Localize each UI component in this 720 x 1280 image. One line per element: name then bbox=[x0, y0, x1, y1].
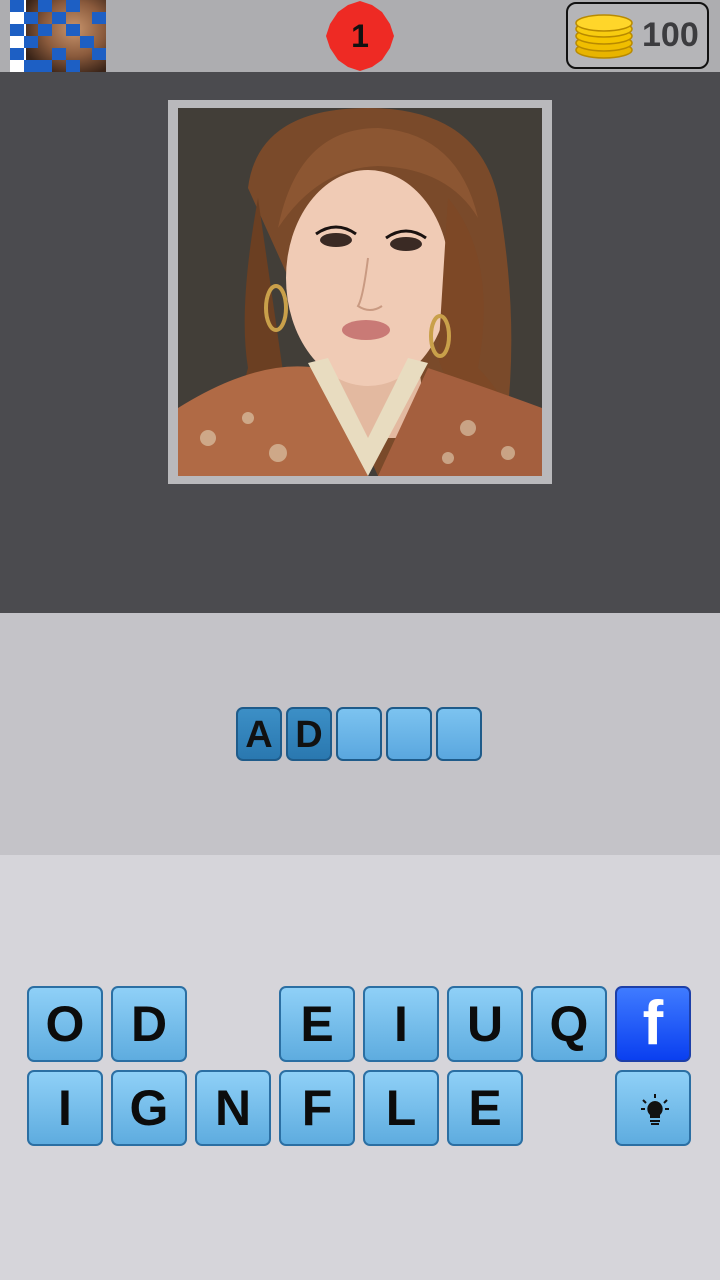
level-number: 1 bbox=[351, 18, 369, 54]
puzzle-photo-area bbox=[0, 72, 720, 613]
lightbulb-icon bbox=[641, 1094, 669, 1125]
letter-key[interactable]: U bbox=[447, 986, 523, 1062]
letter-key[interactable]: I bbox=[363, 986, 439, 1062]
facebook-share-button[interactable]: f bbox=[615, 986, 691, 1062]
answer-slot[interactable]: A bbox=[236, 707, 282, 761]
answer-area: A D bbox=[0, 613, 720, 855]
answer-slot[interactable] bbox=[436, 707, 482, 761]
answer-slot[interactable] bbox=[336, 707, 382, 761]
mosaic-overlay-icon bbox=[10, 0, 106, 72]
answer-slot[interactable] bbox=[386, 707, 432, 761]
celebrity-portrait-image bbox=[178, 108, 542, 476]
photo-frame bbox=[168, 100, 552, 484]
letter-key[interactable]: F bbox=[279, 1070, 355, 1146]
letter-key[interactable]: E bbox=[279, 986, 355, 1062]
top-bar: 1 100 bbox=[0, 0, 720, 72]
letter-key[interactable]: E bbox=[447, 1070, 523, 1146]
coins-counter[interactable]: 100 bbox=[566, 2, 709, 69]
level-badge: 1 bbox=[324, 0, 396, 72]
coins-value: 100 bbox=[642, 16, 699, 54]
letter-key[interactable]: Q bbox=[531, 986, 607, 1062]
app-logo[interactable] bbox=[10, 0, 106, 72]
letter-key[interactable]: L bbox=[363, 1070, 439, 1146]
celebrity-photo bbox=[178, 108, 542, 476]
letter-key[interactable]: I bbox=[27, 1070, 103, 1146]
letter-key[interactable]: G bbox=[111, 1070, 187, 1146]
letter-key[interactable]: N bbox=[195, 1070, 271, 1146]
letter-key[interactable]: D bbox=[111, 986, 187, 1062]
hint-button[interactable] bbox=[615, 1070, 691, 1146]
answer-slot[interactable]: D bbox=[286, 707, 332, 761]
letter-key[interactable]: O bbox=[27, 986, 103, 1062]
coin-stack-icon bbox=[575, 14, 633, 59]
